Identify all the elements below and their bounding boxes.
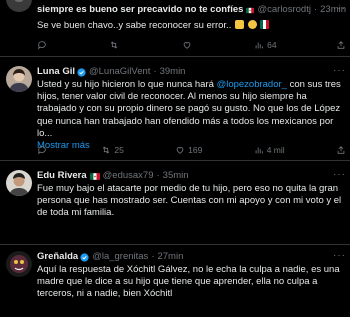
tweet-text: Usted y su hijo hicieron lo que nunca ha… — [37, 79, 217, 90]
retweet-icon — [103, 146, 110, 154]
reply-icon — [38, 146, 46, 155]
share-button[interactable] — [336, 40, 346, 50]
display-name[interactable]: Luna Gil — [37, 66, 75, 78]
retweet-button[interactable] — [109, 40, 122, 50]
display-name[interactable]: Edu Rivera — [37, 170, 87, 182]
like-icon — [183, 42, 191, 49]
views-button[interactable]: 4 mil — [254, 145, 285, 155]
timestamp[interactable]: 35min — [163, 170, 189, 182]
mexico-flag-icon — [246, 7, 255, 13]
reply-button[interactable] — [37, 40, 50, 50]
more-icon[interactable]: ··· — [333, 250, 346, 261]
verified-badge-icon — [80, 252, 89, 262]
timestamp[interactable]: 39min — [160, 66, 186, 78]
reply-button[interactable] — [37, 145, 50, 155]
retweet-count: 25 — [114, 145, 124, 155]
share-icon — [337, 41, 345, 49]
reply-feed: siempre es bueno ser precavido no te con… — [0, 0, 350, 317]
views-icon — [255, 147, 263, 154]
tweet-4[interactable]: Greñalda @la_grenitas · 27min Aquí la re… — [0, 245, 350, 317]
handle[interactable]: @edusax79 — [103, 170, 154, 182]
separator: · — [153, 66, 157, 77]
timestamp[interactable]: 27min — [157, 251, 183, 263]
avatar[interactable] — [6, 170, 32, 196]
reply-icon — [38, 41, 46, 50]
tweet-3[interactable]: Edu Rivera @edusax79 · 35min Fue muy baj… — [0, 161, 350, 245]
handle[interactable]: @carlosrodtj — [257, 4, 310, 16]
avatar[interactable] — [6, 251, 32, 277]
more-icon[interactable]: ··· — [333, 169, 346, 180]
mention-link[interactable]: @lopezobrador_ — [217, 79, 287, 90]
tweet-text: Fue muy bajo el atacarte por medio de tu… — [37, 183, 342, 219]
like-icon — [176, 147, 184, 154]
display-name[interactable]: Greñalda — [37, 251, 78, 263]
more-icon[interactable]: ··· — [333, 3, 346, 14]
like-button[interactable]: 169 — [175, 145, 202, 155]
like-count: 169 — [188, 145, 203, 155]
verified-badge-icon — [77, 67, 86, 77]
like-button[interactable] — [182, 40, 195, 50]
mexico-flag-icon — [89, 172, 100, 180]
handle[interactable]: @la_grenitas — [92, 251, 148, 263]
tweet-1[interactable]: siempre es bueno ser precavido no te con… — [0, 0, 350, 57]
grinning-face-emoji-icon — [247, 20, 257, 29]
views-button[interactable]: 64 — [254, 40, 277, 50]
tweet-2[interactable]: Luna Gil @LunaGilVent · 39min Usted y su… — [0, 57, 350, 161]
retweet-icon — [111, 41, 118, 49]
separator: · — [156, 170, 160, 181]
view-count: 64 — [267, 40, 277, 50]
avatar[interactable] — [6, 66, 32, 92]
more-icon[interactable]: ··· — [333, 65, 346, 76]
clapping-hands-emoji-icon — [234, 20, 244, 29]
retweet-button[interactable]: 25 — [101, 145, 124, 155]
share-icon — [337, 146, 345, 154]
display-name[interactable]: siempre es bueno ser precavido no te con… — [37, 4, 243, 16]
view-count: 4 mil — [266, 145, 285, 155]
tweet-text: Aquí la respuesta de Xóchitl Gálvez, no … — [37, 264, 340, 300]
share-button[interactable] — [336, 145, 346, 155]
handle[interactable]: @LunaGilVent — [89, 66, 150, 78]
separator: · — [151, 251, 155, 262]
views-icon — [255, 42, 263, 49]
tweet-text: Se ve buen chavo..y sabe reconocer su er… — [37, 20, 232, 31]
avatar[interactable] — [6, 0, 32, 12]
mexico-flag-emoji-icon — [260, 20, 270, 29]
separator: · — [313, 4, 318, 15]
